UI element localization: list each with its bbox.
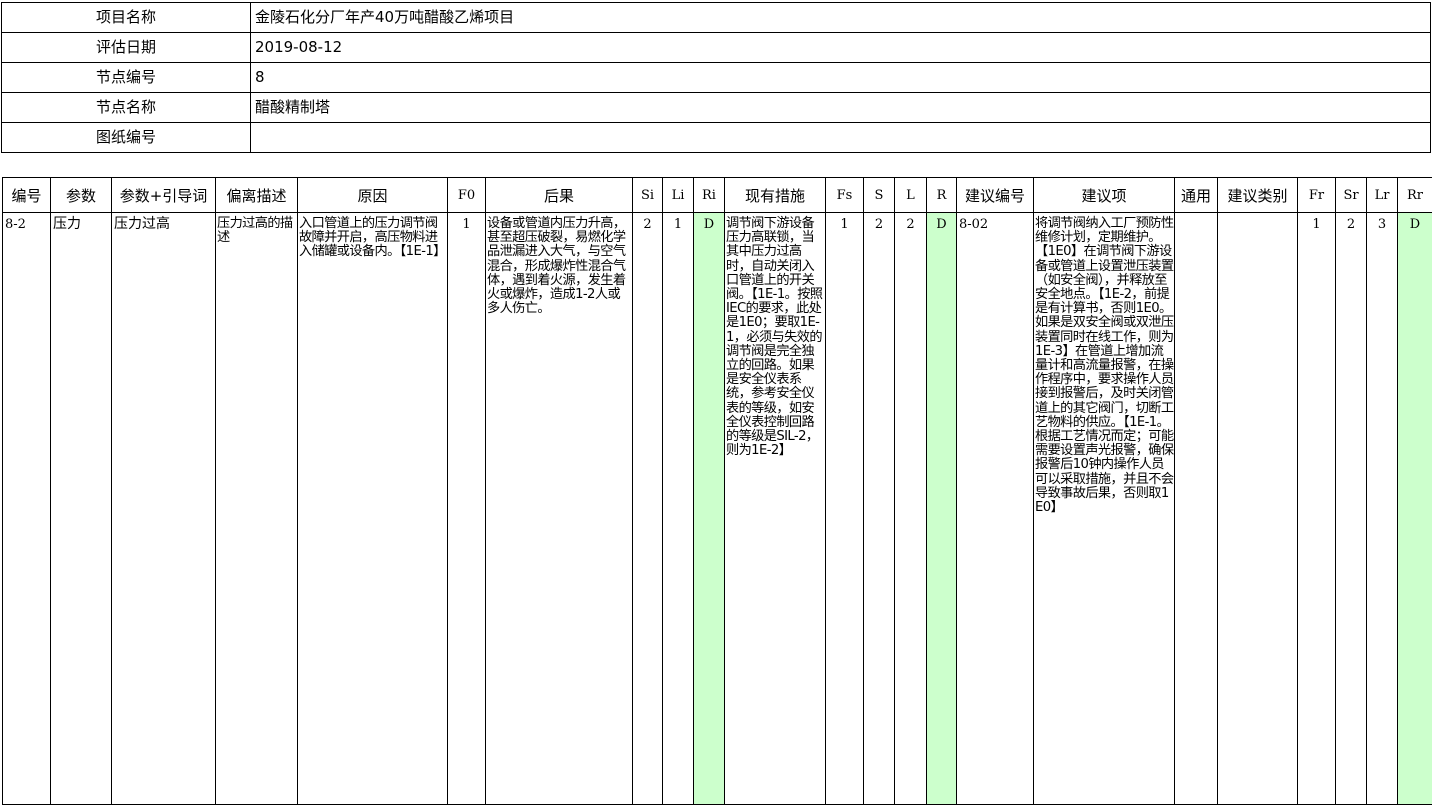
hazop-table: 编号 参数 参数+引导词 偏离描述 原因 F0 后果 Si Li Ri 现有措施…: [2, 177, 1432, 805]
cell-no[interactable]: 8-2: [3, 213, 51, 805]
cell-param-guide[interactable]: 压力过高: [112, 213, 216, 805]
cell-deviation[interactable]: 压力过高的描述: [216, 213, 298, 805]
col-header-rr: Rr: [1398, 178, 1432, 213]
col-header-fs: Fs: [826, 178, 864, 213]
cell-param[interactable]: 压力: [51, 213, 112, 805]
col-header-rec-type: 建议类别: [1218, 178, 1298, 213]
col-header-param-guide: 参数+引导词: [112, 178, 216, 213]
cell-sr[interactable]: 2: [1336, 213, 1367, 805]
eval-date-label: 评估日期: [2, 33, 251, 63]
col-header-measures: 现有措施: [725, 178, 826, 213]
cell-fs[interactable]: 1: [826, 213, 864, 805]
cell-rec-type[interactable]: [1218, 213, 1298, 805]
info-row-drawing-no: 图纸编号: [2, 123, 1431, 153]
cell-ri[interactable]: D: [694, 213, 725, 805]
node-no-value[interactable]: 8: [251, 63, 1431, 93]
eval-date-value[interactable]: 2019-08-12: [251, 33, 1431, 63]
project-info-table: 项目名称 金陵石化分厂年产40万吨醋酸乙烯项目 评估日期 2019-08-12 …: [1, 2, 1431, 153]
cell-rr[interactable]: D: [1398, 213, 1432, 805]
cell-f0[interactable]: 1: [448, 213, 486, 805]
col-header-r: R: [927, 178, 957, 213]
col-header-general: 通用: [1175, 178, 1218, 213]
col-header-no: 编号: [3, 178, 51, 213]
cell-r[interactable]: D: [927, 213, 957, 805]
col-header-cause: 原因: [298, 178, 448, 213]
col-header-rec-no: 建议编号: [957, 178, 1034, 213]
cell-s[interactable]: 2: [864, 213, 895, 805]
cell-fr[interactable]: 1: [1298, 213, 1336, 805]
col-header-ri: Ri: [694, 178, 725, 213]
col-header-sr: Sr: [1336, 178, 1367, 213]
col-header-recommendation: 建议项: [1034, 178, 1175, 213]
cell-cause[interactable]: 入口管道上的压力调节阀故障并开启，高压物料进入储罐或设备内。【1E-1】: [298, 213, 448, 805]
cell-l[interactable]: 2: [895, 213, 927, 805]
col-header-f0: F0: [448, 178, 486, 213]
col-header-param: 参数: [51, 178, 112, 213]
col-header-lr: Lr: [1367, 178, 1398, 213]
info-row-eval-date: 评估日期 2019-08-12: [2, 33, 1431, 63]
cell-general[interactable]: [1175, 213, 1218, 805]
col-header-s: S: [864, 178, 895, 213]
col-header-li: Li: [663, 178, 694, 213]
project-name-label: 项目名称: [2, 3, 251, 33]
info-row-node-name: 节点名称 醋酸精制塔: [2, 93, 1431, 123]
col-header-si: Si: [633, 178, 663, 213]
cell-lr[interactable]: 3: [1367, 213, 1398, 805]
table-row: 8-2 压力 压力过高 压力过高的描述 入口管道上的压力调节阀故障并开启，高压物…: [3, 213, 1432, 805]
header-row: 编号 参数 参数+引导词 偏离描述 原因 F0 后果 Si Li Ri 现有措施…: [3, 178, 1432, 213]
info-row-project-name: 项目名称 金陵石化分厂年产40万吨醋酸乙烯项目: [2, 3, 1431, 33]
node-name-value[interactable]: 醋酸精制塔: [251, 93, 1431, 123]
drawing-no-label: 图纸编号: [2, 123, 251, 153]
cell-recommendation[interactable]: 将调节阀纳入工厂预防性维修计划，定期维护。【1E0】在调节阀下游设备或管道上设置…: [1034, 213, 1175, 805]
drawing-no-value[interactable]: [251, 123, 1431, 153]
info-row-node-no: 节点编号 8: [2, 63, 1431, 93]
cell-rec-no[interactable]: 8-02: [957, 213, 1034, 805]
col-header-consequence: 后果: [486, 178, 633, 213]
node-name-label: 节点名称: [2, 93, 251, 123]
cell-li[interactable]: 1: [663, 213, 694, 805]
col-header-fr: Fr: [1298, 178, 1336, 213]
col-header-deviation: 偏离描述: [216, 178, 298, 213]
project-name-value[interactable]: 金陵石化分厂年产40万吨醋酸乙烯项目: [251, 3, 1431, 33]
cell-si[interactable]: 2: [633, 213, 663, 805]
col-header-l: L: [895, 178, 927, 213]
node-no-label: 节点编号: [2, 63, 251, 93]
cell-consequence[interactable]: 设备或管道内压力升高，甚至超压破裂，易燃化学品泄漏进入大气，与空气混合，形成爆炸…: [486, 213, 633, 805]
cell-measures[interactable]: 调节阀下游设备压力高联锁，当其中压力过高时，自动关闭入口管道上的开关阀。【1E-…: [725, 213, 826, 805]
